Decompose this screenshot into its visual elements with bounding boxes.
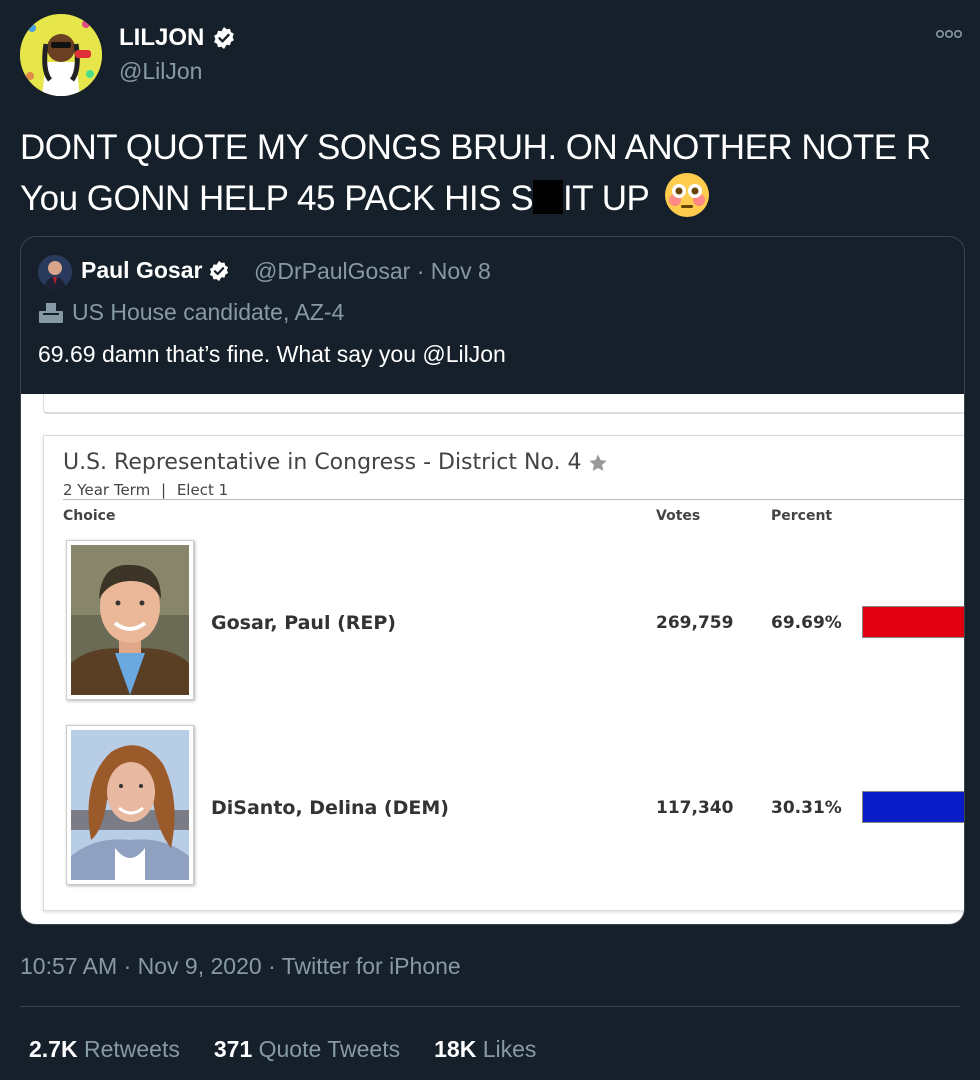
race-term: 2 Year Term (63, 481, 151, 499)
candidate-votes: 269,759 (656, 613, 734, 633)
quoted-separator: · (416, 258, 425, 284)
author-name[interactable]: LILJON (119, 24, 236, 52)
quoted-date[interactable]: Nov 8 (431, 258, 491, 284)
quoted-tweet-card[interactable]: Paul Gosar @DrPaulGosar · Nov 8 US House… (20, 236, 965, 925)
timestamp-separator: · (268, 953, 276, 979)
tweet-text-part2: IT UP (563, 179, 649, 218)
quoted-meta: @DrPaulGosar · Nov 8 (254, 258, 491, 285)
retweets-stat[interactable]: 2.7K Retweets (29, 1036, 180, 1063)
candidate-photo-disanto (66, 725, 194, 885)
race-title-text: U.S. Representative in Congress - Distri… (63, 450, 582, 475)
quotes-count: 371 (213, 1036, 253, 1062)
header-choice: Choice (63, 508, 116, 524)
likes-count: 18K (434, 1036, 477, 1062)
race-title: U.S. Representative in Congress - Distri… (63, 450, 608, 475)
verified-badge-icon (210, 260, 229, 281)
race-rule (63, 499, 964, 500)
star-icon (588, 454, 607, 471)
tweet-time[interactable]: 10:57 AM (20, 953, 117, 979)
author-name-text[interactable]: LILJON (119, 24, 204, 52)
candidate-photo-gosar (66, 540, 194, 700)
candidate-name: DiSanto, Delina (DEM) (211, 797, 449, 819)
tweet-date[interactable]: Nov 9, 2020 (138, 953, 262, 979)
quoted-handle[interactable]: @DrPaulGosar (254, 258, 410, 284)
header-percent: Percent (771, 508, 833, 524)
candidate-vote-bar (862, 791, 964, 823)
quoted-label-text: US House candidate, AZ-4 (72, 299, 345, 325)
candidate-vote-bar (862, 606, 964, 638)
stats-divider (20, 1006, 960, 1007)
race-subtitle: 2 Year Term | Elect 1 (63, 481, 228, 499)
censor-block (533, 180, 564, 214)
tweet-source[interactable]: Twitter for iPhone (282, 953, 461, 979)
results-top-edge (43, 394, 964, 414)
more-dots-icon (935, 29, 962, 39)
quote-tweets-stat[interactable]: 371 Quote Tweets (214, 1036, 400, 1063)
header-votes: Votes (656, 508, 701, 524)
quoted-author-avatar[interactable] (38, 255, 72, 289)
author-handle[interactable]: @LilJon (119, 58, 202, 85)
author-avatar[interactable] (20, 14, 102, 96)
candidate-percent: 30.31% (771, 798, 842, 818)
quotes-label: Quote Tweets (258, 1036, 401, 1062)
tweet-text-part1: DONT QUOTE MY SONGS BRUH. ON ANOTHER NOT… (20, 128, 931, 218)
race-elect: Elect 1 (176, 481, 229, 499)
likes-stat[interactable]: 18K Likes (434, 1036, 536, 1063)
retweets-count: 2.7K (29, 1036, 78, 1062)
tweet-text: DONT QUOTE MY SONGS BRUH. ON ANOTHER NOT… (20, 124, 970, 223)
candidate-percent: 69.69% (771, 613, 842, 633)
more-options-icon[interactable] (935, 26, 962, 44)
ballot-box-icon (39, 302, 63, 323)
tweet-stats: 2.7K Retweets 371 Quote Tweets 18K Likes (29, 1036, 536, 1063)
retweets-label: Retweets (83, 1036, 180, 1062)
quoted-candidate-label: US House candidate, AZ-4 (38, 299, 344, 326)
results-card: U.S. Representative in Congress - Distri… (43, 435, 964, 911)
likes-label: Likes (482, 1036, 537, 1062)
candidate-votes: 117,340 (656, 798, 734, 818)
timestamp-separator: · (123, 953, 132, 979)
quoted-author-name[interactable]: Paul Gosar (81, 257, 230, 284)
tweet-timestamp: 10:57 AM · Nov 9, 2020 · Twitter for iPh… (20, 953, 461, 980)
quoted-text: 69.69 damn that’s fine. What say you @Li… (38, 341, 506, 367)
flushed-face-emoji-icon (664, 173, 709, 217)
quoted-image[interactable]: U.S. Representative in Congress - Distri… (21, 394, 964, 924)
candidate-name: Gosar, Paul (REP) (211, 612, 396, 634)
quoted-author-name-text[interactable]: Paul Gosar (81, 257, 202, 284)
race-sub-divider: | (160, 481, 167, 499)
verified-badge-icon (214, 27, 235, 49)
